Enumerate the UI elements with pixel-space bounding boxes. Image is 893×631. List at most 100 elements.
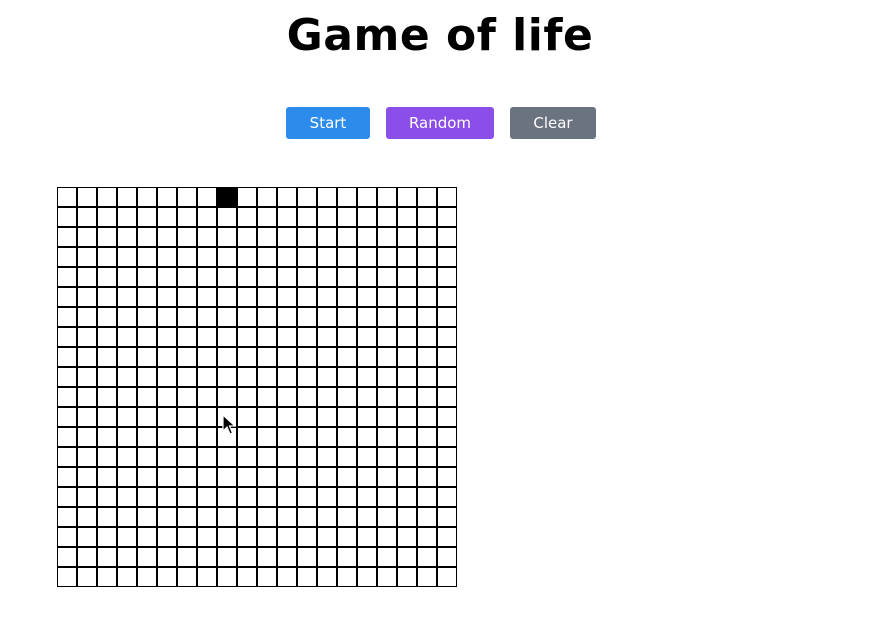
grid-cell-dead[interactable]	[238, 548, 256, 566]
grid-cell-dead[interactable]	[358, 308, 376, 326]
grid-cell-dead[interactable]	[58, 408, 76, 426]
grid-cell-dead[interactable]	[58, 188, 76, 206]
grid-cell-dead[interactable]	[378, 448, 396, 466]
grid-cell-dead[interactable]	[218, 368, 236, 386]
grid-cell-dead[interactable]	[338, 468, 356, 486]
grid-cell-dead[interactable]	[158, 348, 176, 366]
grid-cell-dead[interactable]	[418, 368, 436, 386]
grid-cell-dead[interactable]	[338, 488, 356, 506]
grid-cell-dead[interactable]	[418, 228, 436, 246]
grid-cell-dead[interactable]	[138, 248, 156, 266]
grid-cell-dead[interactable]	[98, 288, 116, 306]
grid-cell-dead[interactable]	[398, 548, 416, 566]
grid-cell-dead[interactable]	[238, 308, 256, 326]
grid-cell-dead[interactable]	[178, 408, 196, 426]
grid-cell-dead[interactable]	[398, 348, 416, 366]
grid-cell-dead[interactable]	[438, 468, 456, 486]
grid-cell-dead[interactable]	[78, 528, 96, 546]
grid-cell-dead[interactable]	[238, 288, 256, 306]
grid-cell-dead[interactable]	[418, 448, 436, 466]
grid-cell-dead[interactable]	[198, 568, 216, 586]
grid-cell-dead[interactable]	[238, 388, 256, 406]
grid-cell-dead[interactable]	[418, 288, 436, 306]
grid-cell-dead[interactable]	[298, 548, 316, 566]
grid-cell-dead[interactable]	[358, 508, 376, 526]
grid-cell-dead[interactable]	[318, 408, 336, 426]
grid-cell-dead[interactable]	[118, 468, 136, 486]
grid-cell-dead[interactable]	[78, 568, 96, 586]
grid-cell-dead[interactable]	[338, 208, 356, 226]
grid-cell-dead[interactable]	[198, 348, 216, 366]
grid-cell-dead[interactable]	[438, 488, 456, 506]
grid-cell-dead[interactable]	[298, 308, 316, 326]
grid-cell-dead[interactable]	[178, 268, 196, 286]
grid-cell-dead[interactable]	[98, 488, 116, 506]
grid-cell-dead[interactable]	[158, 208, 176, 226]
grid-cell-dead[interactable]	[258, 468, 276, 486]
grid-cell-dead[interactable]	[238, 508, 256, 526]
grid-cell-dead[interactable]	[278, 548, 296, 566]
grid-cell-dead[interactable]	[258, 388, 276, 406]
grid-cell-dead[interactable]	[138, 268, 156, 286]
grid-cell-dead[interactable]	[238, 468, 256, 486]
grid-cell-dead[interactable]	[278, 248, 296, 266]
grid-cell-dead[interactable]	[278, 508, 296, 526]
grid-cell-dead[interactable]	[438, 288, 456, 306]
grid-cell-dead[interactable]	[98, 228, 116, 246]
grid-cell-dead[interactable]	[438, 508, 456, 526]
grid-cell-dead[interactable]	[118, 268, 136, 286]
grid-cell-dead[interactable]	[198, 268, 216, 286]
grid-cell-dead[interactable]	[98, 308, 116, 326]
grid-cell-dead[interactable]	[98, 368, 116, 386]
grid-cell-dead[interactable]	[158, 568, 176, 586]
grid-cell-dead[interactable]	[178, 388, 196, 406]
grid-cell-dead[interactable]	[258, 308, 276, 326]
grid-cell-dead[interactable]	[118, 548, 136, 566]
grid-cell-dead[interactable]	[198, 228, 216, 246]
grid-cell-dead[interactable]	[378, 208, 396, 226]
grid-cell-dead[interactable]	[418, 208, 436, 226]
grid-cell-dead[interactable]	[138, 328, 156, 346]
grid-cell-dead[interactable]	[198, 188, 216, 206]
grid-cell-dead[interactable]	[238, 348, 256, 366]
grid-cell-dead[interactable]	[338, 448, 356, 466]
grid-cell-dead[interactable]	[278, 268, 296, 286]
grid-cell-dead[interactable]	[438, 308, 456, 326]
grid-cell-dead[interactable]	[118, 208, 136, 226]
grid-cell-dead[interactable]	[218, 208, 236, 226]
grid-cell-dead[interactable]	[178, 348, 196, 366]
start-button[interactable]: Start	[286, 107, 370, 139]
grid-cell-dead[interactable]	[438, 328, 456, 346]
grid-cell-dead[interactable]	[438, 368, 456, 386]
grid-cell-dead[interactable]	[78, 408, 96, 426]
grid-cell-dead[interactable]	[298, 208, 316, 226]
grid-cell-dead[interactable]	[438, 548, 456, 566]
grid-cell-dead[interactable]	[378, 308, 396, 326]
grid-cell-dead[interactable]	[298, 288, 316, 306]
grid-cell-dead[interactable]	[438, 248, 456, 266]
grid-cell-dead[interactable]	[298, 508, 316, 526]
grid-cell-dead[interactable]	[178, 428, 196, 446]
grid-cell-dead[interactable]	[98, 248, 116, 266]
grid-cell-dead[interactable]	[418, 508, 436, 526]
grid-cell-dead[interactable]	[78, 308, 96, 326]
grid-cell-dead[interactable]	[318, 348, 336, 366]
grid-cell-dead[interactable]	[358, 548, 376, 566]
grid-cell-dead[interactable]	[258, 448, 276, 466]
grid-cell-dead[interactable]	[338, 388, 356, 406]
grid-cell-dead[interactable]	[78, 288, 96, 306]
grid-cell-dead[interactable]	[378, 548, 396, 566]
grid-cell-dead[interactable]	[158, 328, 176, 346]
grid-cell-dead[interactable]	[58, 508, 76, 526]
grid-cell-dead[interactable]	[218, 328, 236, 346]
grid-cell-dead[interactable]	[398, 508, 416, 526]
grid-cell-dead[interactable]	[118, 448, 136, 466]
grid-cell-dead[interactable]	[178, 288, 196, 306]
grid-cell-dead[interactable]	[198, 328, 216, 346]
grid-cell-dead[interactable]	[298, 448, 316, 466]
grid-cell-dead[interactable]	[298, 368, 316, 386]
grid-cell-dead[interactable]	[58, 488, 76, 506]
grid-cell-dead[interactable]	[98, 408, 116, 426]
grid-cell-dead[interactable]	[158, 448, 176, 466]
grid-cell-dead[interactable]	[418, 348, 436, 366]
